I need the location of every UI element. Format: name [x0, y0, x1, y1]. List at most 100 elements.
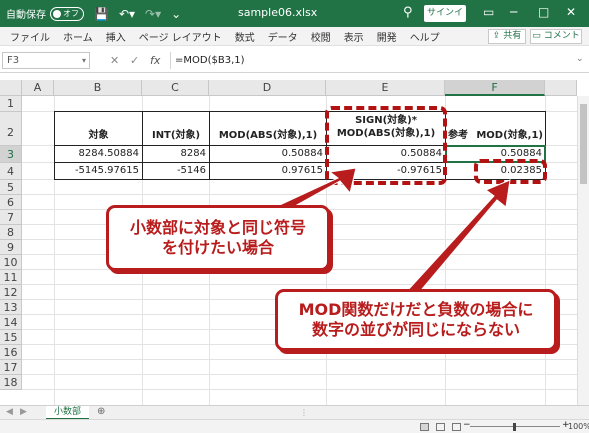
row-header[interactable]: 11: [0, 270, 22, 285]
share-label: 共有: [503, 31, 522, 41]
tab-splitter[interactable]: ⋮: [300, 408, 308, 417]
row-header[interactable]: 17: [0, 360, 22, 375]
zoom-out-button[interactable]: −: [463, 420, 471, 430]
row-header[interactable]: 2: [0, 112, 22, 146]
tab-insert[interactable]: 挿入: [106, 29, 126, 44]
minimize-button[interactable]: ─: [510, 5, 517, 19]
cell-b4[interactable]: -5145.97615: [55, 164, 142, 177]
callout-left-line2: を付けたい場合: [161, 238, 274, 257]
highlight-cell-f4: [474, 159, 547, 184]
header-cell-f2[interactable]: 参考 MOD(対象,1): [446, 112, 545, 145]
cell-c3[interactable]: 8284: [143, 147, 209, 160]
name-box[interactable]: F3 ▾: [2, 52, 90, 69]
close-button[interactable]: ✕: [566, 5, 576, 19]
gridline: [22, 194, 582, 195]
row-header[interactable]: 10: [0, 255, 22, 270]
sheet-prev-icon[interactable]: ◀: [6, 407, 13, 417]
tab-file[interactable]: ファイル: [10, 29, 50, 44]
row-header[interactable]: 8: [0, 225, 22, 240]
select-all-corner[interactable]: [0, 80, 22, 96]
tab-review[interactable]: 校閲: [311, 29, 331, 44]
formula-input[interactable]: =MOD($B3,1): [170, 52, 570, 69]
row-header[interactable]: 3: [0, 146, 22, 163]
col-header-g[interactable]: [545, 80, 577, 96]
chevron-down-icon[interactable]: ▾: [82, 53, 86, 68]
cancel-icon[interactable]: ✕: [110, 54, 119, 67]
row-header[interactable]: 1: [0, 96, 22, 112]
arrow-to-cell-f4: [407, 179, 511, 296]
tab-view[interactable]: 表示: [344, 29, 364, 44]
cell-d3[interactable]: 0.50884: [210, 147, 326, 160]
sheet-tab-shosuubu[interactable]: 小数部: [46, 406, 90, 420]
page-break-view-icon[interactable]: [452, 423, 461, 431]
save-icon[interactable]: 💾: [94, 7, 109, 21]
sheet-tab-bar: ◀ ▶ 小数部 ⊕ ⋮: [0, 405, 589, 420]
callout-mod-negative: MOD関数だけだと負数の場合に 数字の並びが同じにならない: [275, 289, 557, 351]
search-icon[interactable]: ⚲: [403, 5, 413, 20]
header-cell-b2[interactable]: 対象: [55, 112, 142, 145]
gridline: [22, 359, 582, 360]
comment-label: コメント: [543, 31, 580, 41]
autosave-toggle[interactable]: オフ: [50, 6, 84, 21]
row-header[interactable]: 4: [0, 163, 22, 180]
enter-icon[interactable]: ✓: [130, 54, 139, 67]
highlight-column-e: [325, 106, 447, 185]
autosave-label: 自動保存: [6, 10, 46, 21]
row-header[interactable]: 18: [0, 375, 22, 390]
row-header[interactable]: 12: [0, 285, 22, 300]
row-header[interactable]: 15: [0, 330, 22, 345]
add-sheet-icon[interactable]: ⊕: [97, 406, 105, 417]
tab-developer[interactable]: 開発: [377, 29, 397, 44]
tab-data[interactable]: データ: [268, 29, 298, 44]
header-cell-d2[interactable]: MOD(ABS(対象),1): [210, 112, 326, 145]
row-header[interactable]: 9: [0, 240, 22, 255]
insert-function-icon[interactable]: fx: [150, 54, 160, 67]
comment-button[interactable]: ▭ コメント: [530, 29, 582, 44]
share-button[interactable]: ⇪ 共有: [488, 29, 526, 44]
share-icon: ⇪: [492, 31, 501, 41]
scrollbar-thumb[interactable]: [580, 104, 587, 184]
col-header-e[interactable]: E: [326, 80, 445, 96]
tab-home[interactable]: ホーム: [63, 29, 93, 44]
col-header-c[interactable]: C: [142, 80, 209, 96]
redo-icon[interactable]: ↷▾: [145, 7, 161, 21]
vertical-scrollbar[interactable]: [577, 96, 589, 406]
quick-access-dropdown-icon[interactable]: ⌄: [171, 7, 181, 21]
tab-help[interactable]: ヘルプ: [410, 29, 440, 44]
tab-page-layout[interactable]: ページ レイアウト: [139, 29, 222, 44]
row-header[interactable]: 5: [0, 180, 22, 195]
normal-view-icon[interactable]: [420, 423, 429, 431]
col-header-b[interactable]: B: [54, 80, 142, 96]
col-header-a[interactable]: A: [22, 80, 54, 96]
header-f-label: MOD(対象,1): [476, 130, 543, 141]
restore-button[interactable]: □: [538, 5, 549, 19]
ribbon-display-icon[interactable]: ▭: [483, 5, 494, 19]
toggle-knob: [53, 9, 61, 18]
table-border: [54, 179, 545, 180]
row-header[interactable]: 14: [0, 315, 22, 330]
col-header-f[interactable]: F: [445, 80, 545, 96]
gridline: [22, 284, 582, 285]
zoom-slider-knob[interactable]: [513, 423, 516, 431]
status-bar: − + 100%: [0, 419, 589, 433]
cell-d4[interactable]: 0.97615: [210, 164, 326, 177]
callout-left-line1: 小数部に対象と同じ符号: [129, 218, 306, 237]
page-layout-view-icon[interactable]: [436, 423, 445, 431]
row-header[interactable]: 16: [0, 345, 22, 360]
expand-formula-bar-icon[interactable]: ⌄: [576, 54, 584, 64]
col-header-d[interactable]: D: [209, 80, 326, 96]
row-header[interactable]: 13: [0, 300, 22, 315]
signin-button[interactable]: サインイン: [424, 5, 466, 35]
zoom-level[interactable]: 100%: [568, 422, 589, 431]
gridline: [22, 374, 582, 375]
cell-c4[interactable]: -5146: [143, 164, 209, 177]
row-header[interactable]: 7: [0, 210, 22, 225]
undo-icon[interactable]: ↶▾: [119, 7, 135, 21]
header-cell-c2[interactable]: INT(対象): [143, 112, 209, 145]
callout-right-line2: 数字の並びが同じにならない: [311, 320, 520, 339]
tab-formulas[interactable]: 数式: [235, 29, 255, 44]
autosave-state: オフ: [63, 8, 79, 18]
cell-b3[interactable]: 8284.50884: [55, 147, 142, 160]
sheet-next-icon[interactable]: ▶: [20, 407, 27, 417]
row-header[interactable]: 6: [0, 195, 22, 210]
